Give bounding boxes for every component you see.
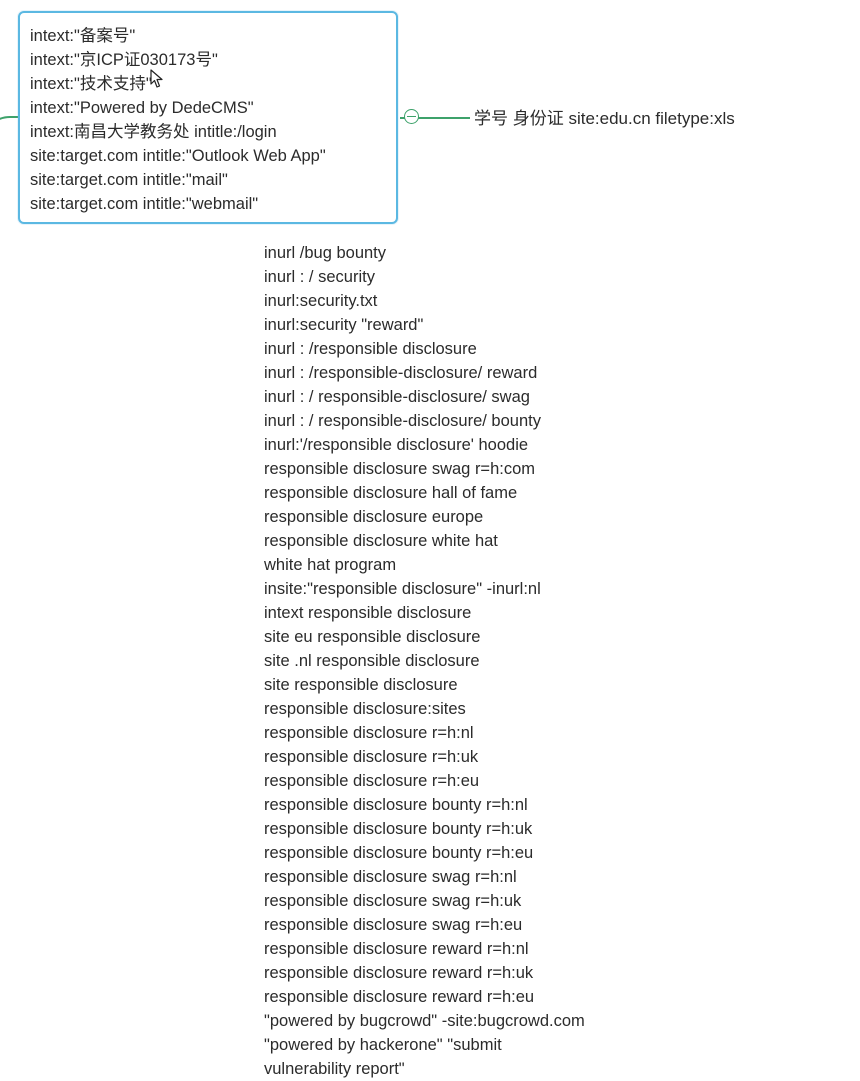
branch-topic-label[interactable]: 学号 身份证 site:edu.cn filetype:xls [474,107,735,131]
list-line: responsible disclosure swag r=h:uk [264,892,522,910]
list-line: inurl:security.txt [264,292,378,310]
list-line: responsible disclosure bounty r=h:eu [264,844,534,862]
topic-text-list[interactable]: inurl /bug bounty inurl : / security inurl… [264,241,585,1081]
list-line: responsible disclosure hall of fame [264,484,518,502]
mouse-cursor-icon [150,69,163,88]
list-line: responsible disclosure bounty r=h:uk [264,820,533,838]
list-line: responsible disclosure europe [264,508,484,526]
list-line: site .nl responsible disclosure [264,652,480,670]
node-line-8: site:target.com intitle:"webmail" [30,195,259,213]
list-line: responsible disclosure white hat [264,532,498,550]
list-line: responsible disclosure r=h:uk [264,748,479,766]
node-line-3: intext:"技术支持" [30,75,152,93]
list-line: responsible disclosure r=h:nl [264,724,474,742]
node-line-5: intext:南昌大学教务处 intitle:/login [30,123,277,141]
list-line: site responsible disclosure [264,676,458,694]
list-line: responsible disclosure swag r=h:eu [264,916,523,934]
list-line: responsible disclosure:sites [264,700,466,718]
list-line: inurl : /responsible-disclosure/ reward [264,364,538,382]
list-line: inurl : / responsible-disclosure/ bounty [264,412,541,430]
list-line: insite:"responsible disclosure" -inurl:n… [264,580,541,598]
list-line: responsible disclosure swag r=h:nl [264,868,517,886]
parent-connector-line [0,116,20,178]
list-line: responsible disclosure r=h:eu [264,772,480,790]
list-line: white hat program [264,556,397,574]
list-line: inurl : / responsible-disclosure/ swag [264,388,530,406]
list-line: inurl : / security [264,268,375,286]
list-line: responsible disclosure swag r=h:com [264,460,536,478]
collapse-minus-icon[interactable] [404,109,419,124]
node-line-4: intext:"Powered by DedeCMS" [30,99,254,117]
list-line: "powered by bugcrowd" -site:bugcrowd.com [264,1012,585,1030]
list-line: responsible disclosure reward r=h:eu [264,988,535,1006]
list-line: inurl : /responsible disclosure [264,340,477,358]
node-line-1: intext:"备案号" [30,27,136,45]
node-line-6: site:target.com intitle:"Outlook Web App… [30,147,326,165]
list-line: intext responsible disclosure [264,604,472,622]
list-line: responsible disclosure reward r=h:uk [264,964,534,982]
list-line: "powered by hackerone" "submit [264,1036,502,1054]
list-line: vulnerability report" [264,1060,405,1078]
list-line: site eu responsible disclosure [264,628,481,646]
mindmap-topic-node[interactable]: intext:"备案号" intext:"京ICP证030173号" intex… [18,11,398,224]
list-line: responsible disclosure reward r=h:nl [264,940,529,958]
node-line-7: site:target.com intitle:"mail" [30,171,228,189]
list-line: inurl /bug bounty [264,244,387,262]
list-line: inurl:security "reward" [264,316,424,334]
list-line: inurl:'/responsible disclosure' hoodie [264,436,529,454]
list-line: responsible disclosure bounty r=h:nl [264,796,528,814]
node-line-2: intext:"京ICP证030173号" [30,51,218,69]
